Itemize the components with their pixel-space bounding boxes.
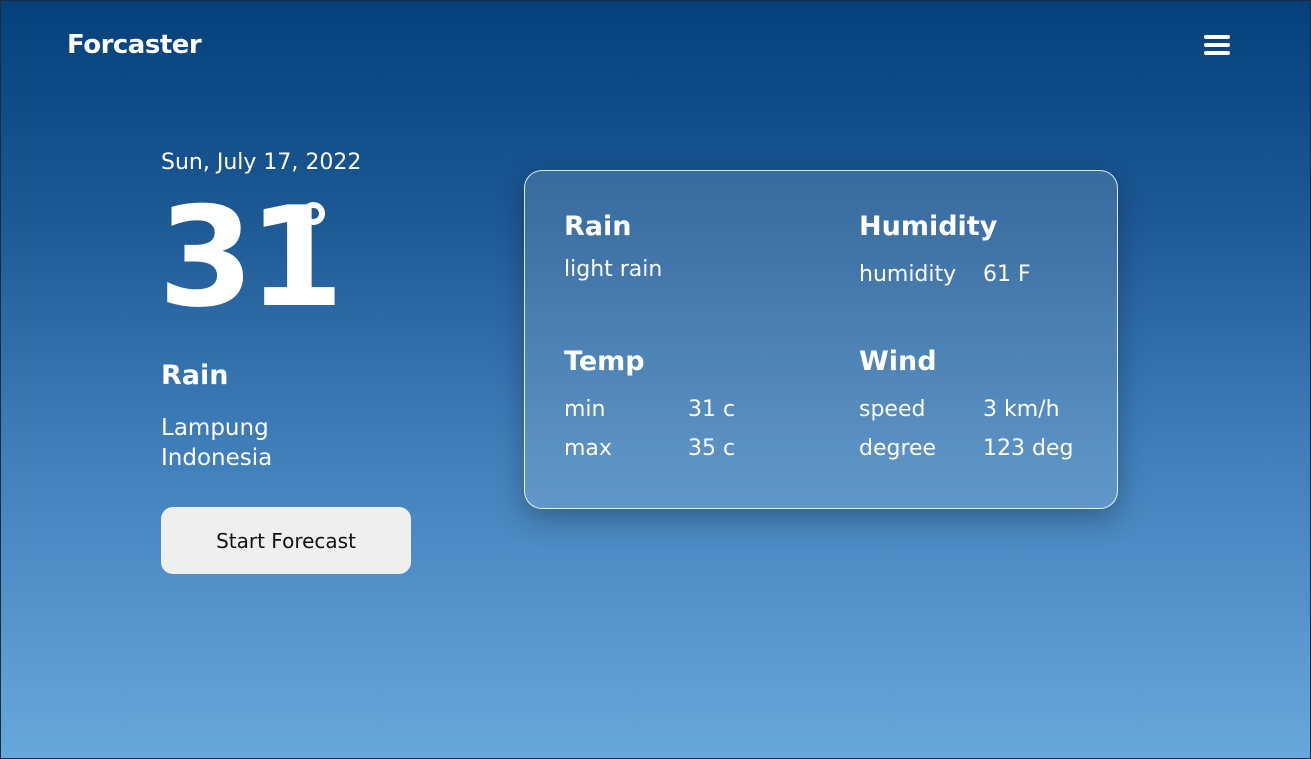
wind-degree-value: 123 deg (983, 436, 1074, 461)
menu-bar-middle (1204, 43, 1230, 47)
start-forecast-button[interactable]: Start Forecast (161, 507, 411, 574)
temp-min-label: min (564, 397, 606, 422)
weather-condition: Rain (161, 360, 229, 391)
menu-bar-top (1204, 35, 1230, 39)
wind-section-title: Wind (859, 346, 937, 377)
menu-bar-bottom (1204, 51, 1230, 55)
hamburger-menu-icon[interactable] (1204, 34, 1230, 58)
wind-degree-label: degree (859, 436, 937, 461)
brand-logo[interactable]: Forcaster (67, 30, 202, 60)
weather-details-card: Rain light rain Humidity humidity 61 F T… (524, 170, 1118, 509)
humidity-section-title: Humidity (859, 211, 998, 242)
temp-max-value: 35 c (688, 436, 736, 461)
wind-speed-value: 3 km/h (983, 397, 1060, 422)
humidity-value: 61 F (983, 262, 1031, 287)
temp-min-value: 31 c (688, 397, 736, 422)
degree-icon (302, 202, 325, 225)
current-temperature-display: 31 (158, 183, 344, 333)
location-city: Lampung (161, 415, 269, 441)
rain-section-title: Rain (564, 211, 632, 242)
humidity-label: humidity (859, 262, 957, 287)
location-country: Indonesia (161, 445, 273, 471)
temp-max-label: max (564, 436, 612, 461)
rain-description: light rain (564, 257, 663, 282)
temp-section-title: Temp (564, 346, 645, 377)
current-date: Sun, July 17, 2022 (161, 150, 362, 175)
wind-speed-label: speed (859, 397, 926, 422)
